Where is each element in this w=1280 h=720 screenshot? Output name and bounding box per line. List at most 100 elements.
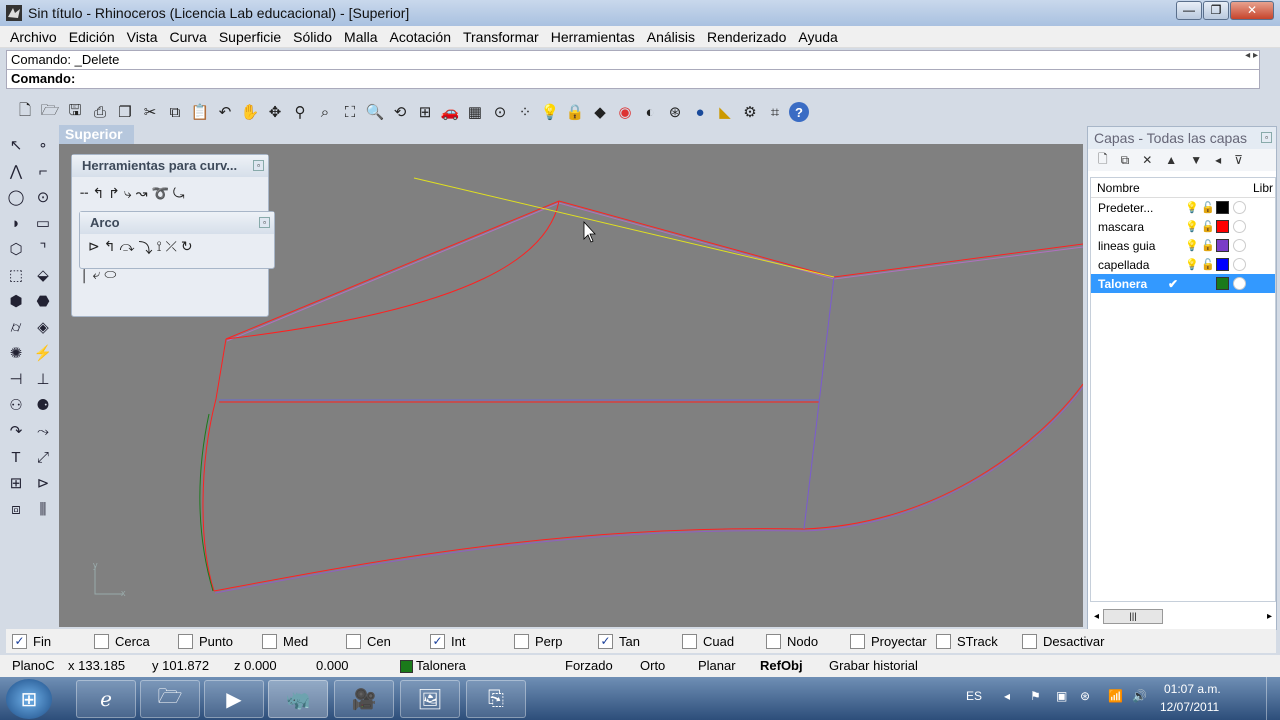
dimension-icon[interactable]: ⤢: [31, 446, 55, 468]
arc-direction-icon[interactable]: ⟟: [156, 238, 161, 258]
media-player-icon[interactable]: ▶: [204, 680, 264, 718]
zoom-selected-icon[interactable]: 🔍: [364, 101, 386, 123]
group-icon[interactable]: ⚇: [4, 394, 28, 416]
checkbox[interactable]: ✓: [598, 633, 613, 649]
material-circle-icon[interactable]: [1233, 239, 1246, 252]
close-button[interactable]: ✕: [1230, 1, 1274, 20]
bulb-icon[interactable]: 💡: [1185, 239, 1199, 252]
arc-tan-tan-icon[interactable]: ⤫: [166, 238, 177, 258]
arc-panel[interactable]: Arco ▫ ⊳ ↰ ⤼ ⤵ ⟟ ⤫ ↻: [79, 211, 275, 269]
pdf-reader-icon[interactable]: ⎘: [466, 680, 526, 718]
select-arrow-icon[interactable]: ↖: [4, 134, 28, 156]
light-icon[interactable]: ◣: [714, 101, 736, 123]
panel-pin-icon[interactable]: ▫: [253, 160, 264, 171]
extrude-icon[interactable]: ⬙: [31, 264, 55, 286]
osnap-tan[interactable]: ✓ Tan: [598, 633, 682, 649]
menu-acotacion[interactable]: Acotación: [384, 29, 457, 45]
panel-pin-icon[interactable]: ▫: [259, 217, 270, 228]
material-circle-icon[interactable]: [1233, 277, 1246, 290]
ellipse-icon[interactable]: ⊙: [31, 186, 55, 208]
explode-icon[interactable]: ⚡: [31, 342, 55, 364]
planar-toggle[interactable]: Planar: [698, 655, 736, 677]
checkbox[interactable]: [262, 633, 277, 649]
menu-renderizado[interactable]: Renderizado: [701, 29, 792, 45]
osnap-int[interactable]: ✓ Int: [430, 633, 514, 649]
boolean-icon[interactable]: ⬣: [31, 290, 55, 312]
column-name-header[interactable]: Nombre: [1097, 178, 1140, 197]
layer-row[interactable]: mascara 💡 🔓: [1091, 217, 1275, 236]
bulb-icon[interactable]: 💡: [1185, 258, 1199, 271]
tray-app-icon[interactable]: ▣: [1056, 689, 1067, 703]
line-tool-icon[interactable]: ╌: [80, 185, 88, 202]
help-icon[interactable]: ?: [789, 102, 809, 122]
render-sphere-icon[interactable]: ●: [689, 101, 711, 123]
menu-superficie[interactable]: Superficie: [213, 29, 287, 45]
spiral-tool-icon[interactable]: ⤿: [173, 185, 185, 202]
import-icon[interactable]: ❐: [114, 101, 136, 123]
osnap-strack[interactable]: STrack: [936, 633, 1022, 649]
undo-icon[interactable]: ↶: [214, 101, 236, 123]
arc-circle-icon[interactable]: ↻: [181, 238, 193, 258]
osnap-perp[interactable]: Perp: [514, 633, 598, 649]
open-folder-icon[interactable]: 🗁: [39, 101, 61, 123]
arc-panel-title[interactable]: Arco: [80, 212, 274, 234]
menu-transformar[interactable]: Transformar: [457, 29, 545, 45]
polyline-tool-icon[interactable]: ↰: [92, 185, 104, 202]
array-icon[interactable]: ⊞: [4, 472, 28, 494]
bulb-icon[interactable]: 💡: [1185, 220, 1199, 233]
render-box-icon[interactable]: ⧈: [4, 498, 28, 520]
menu-solido[interactable]: Sólido: [287, 29, 338, 45]
checkbox[interactable]: [1022, 633, 1037, 649]
toolbar-layout-icon[interactable]: ⌗: [764, 101, 786, 123]
osnap-fin[interactable]: ✓ Fin: [6, 633, 94, 649]
checkbox[interactable]: [766, 633, 781, 649]
flag-icon[interactable]: ⚑: [1030, 689, 1041, 703]
unlock-icon[interactable]: 🔓: [1201, 201, 1215, 214]
fillet-icon[interactable]: ⌝: [31, 238, 55, 260]
point-icon[interactable]: ∘: [31, 134, 55, 156]
unlock-icon[interactable]: 🔓: [1201, 220, 1215, 233]
checkbox[interactable]: [682, 633, 697, 649]
copy-icon[interactable]: ⧉: [164, 101, 186, 123]
command-line[interactable]: Comando:: [6, 69, 1260, 89]
snap-points-icon[interactable]: ⁘: [514, 101, 536, 123]
bulb-icon[interactable]: 💡: [539, 101, 561, 123]
arc-icon[interactable]: ◗: [4, 212, 28, 234]
material-circle-icon[interactable]: [1233, 220, 1246, 233]
car-icon[interactable]: 🚗: [439, 101, 461, 123]
bulb-icon[interactable]: 💡: [1185, 201, 1199, 214]
checkbox[interactable]: ✓: [12, 633, 27, 649]
curve-tool-icon[interactable]: ↱: [108, 185, 120, 202]
camera-app-icon[interactable]: 🎥: [334, 680, 394, 718]
checkbox[interactable]: [514, 633, 529, 649]
checkbox[interactable]: [346, 633, 361, 649]
layer-row-current[interactable]: Talonera ✔: [1091, 274, 1275, 293]
osnap-med[interactable]: Med: [262, 633, 346, 649]
layer-color-swatch[interactable]: [1216, 239, 1229, 252]
clock-date[interactable]: 12/07/2011: [1160, 700, 1219, 714]
menu-malla[interactable]: Malla: [338, 29, 383, 45]
viewport-title[interactable]: Superior: [59, 125, 134, 144]
ortho-toggle[interactable]: Orto: [640, 655, 665, 677]
scroll-right-icon[interactable]: ▸: [1267, 611, 1272, 622]
join-icon[interactable]: ⚈: [31, 394, 55, 416]
surface-icon[interactable]: ⬚: [4, 264, 28, 286]
current-layer[interactable]: Talonera: [416, 655, 466, 677]
start-button[interactable]: ⊞: [6, 679, 52, 719]
menu-vista[interactable]: Vista: [121, 29, 164, 45]
photo-viewer-icon[interactable]: 🖼: [400, 680, 460, 718]
four-viewports-icon[interactable]: ⊞: [414, 101, 436, 123]
language-indicator[interactable]: ES: [966, 689, 982, 703]
panel-pin-icon[interactable]: ▫: [1261, 132, 1272, 143]
circle-icon[interactable]: ◯: [4, 186, 28, 208]
checkbox[interactable]: ✓: [430, 633, 445, 649]
shaded-sphere-icon[interactable]: ◐: [639, 101, 661, 123]
osnap-cerca[interactable]: Cerca: [94, 633, 178, 649]
filter-icon[interactable]: ⊽: [1234, 153, 1243, 167]
osnap-punto[interactable]: Punto: [178, 633, 262, 649]
move-up-icon[interactable]: ▲: [1165, 153, 1177, 167]
move-down-icon[interactable]: ▼: [1190, 153, 1202, 167]
column-free-header[interactable]: Libr: [1253, 178, 1275, 197]
layer-row[interactable]: Predeter... 💡 🔓: [1091, 198, 1275, 217]
polygon-icon[interactable]: ⬡: [4, 238, 28, 260]
